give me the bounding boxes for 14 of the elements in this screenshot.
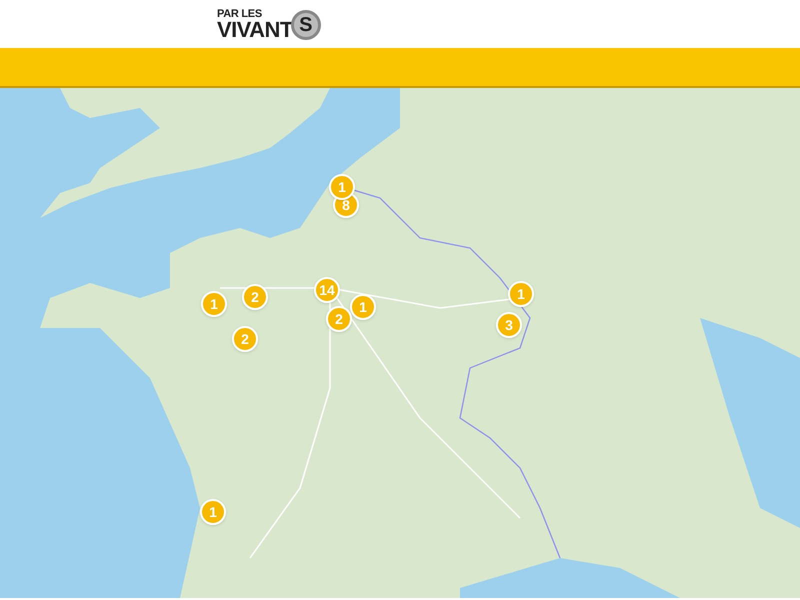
cluster-marker[interactable]: 2 [242,284,268,310]
cluster-marker[interactable]: 3 [496,312,522,338]
cluster-marker[interactable]: 2 [326,306,352,332]
logo-text: VIVANT [217,20,293,40]
cluster-marker[interactable]: 14 [314,277,340,303]
cluster-marker[interactable]: 1 [201,291,227,317]
map[interactable]: 8 1 1 2 2 14 1 2 1 3 1 [0,88,800,598]
cluster-marker[interactable]: 1 [508,281,534,307]
cluster-marker[interactable]: 1 [200,499,226,525]
cluster-marker[interactable]: 2 [232,326,258,352]
logo-text: PAR LES [217,8,263,20]
cluster-marker[interactable]: 1 [350,294,376,320]
logo-emblem: S [290,10,321,40]
cluster-marker[interactable]: 1 [329,174,355,200]
